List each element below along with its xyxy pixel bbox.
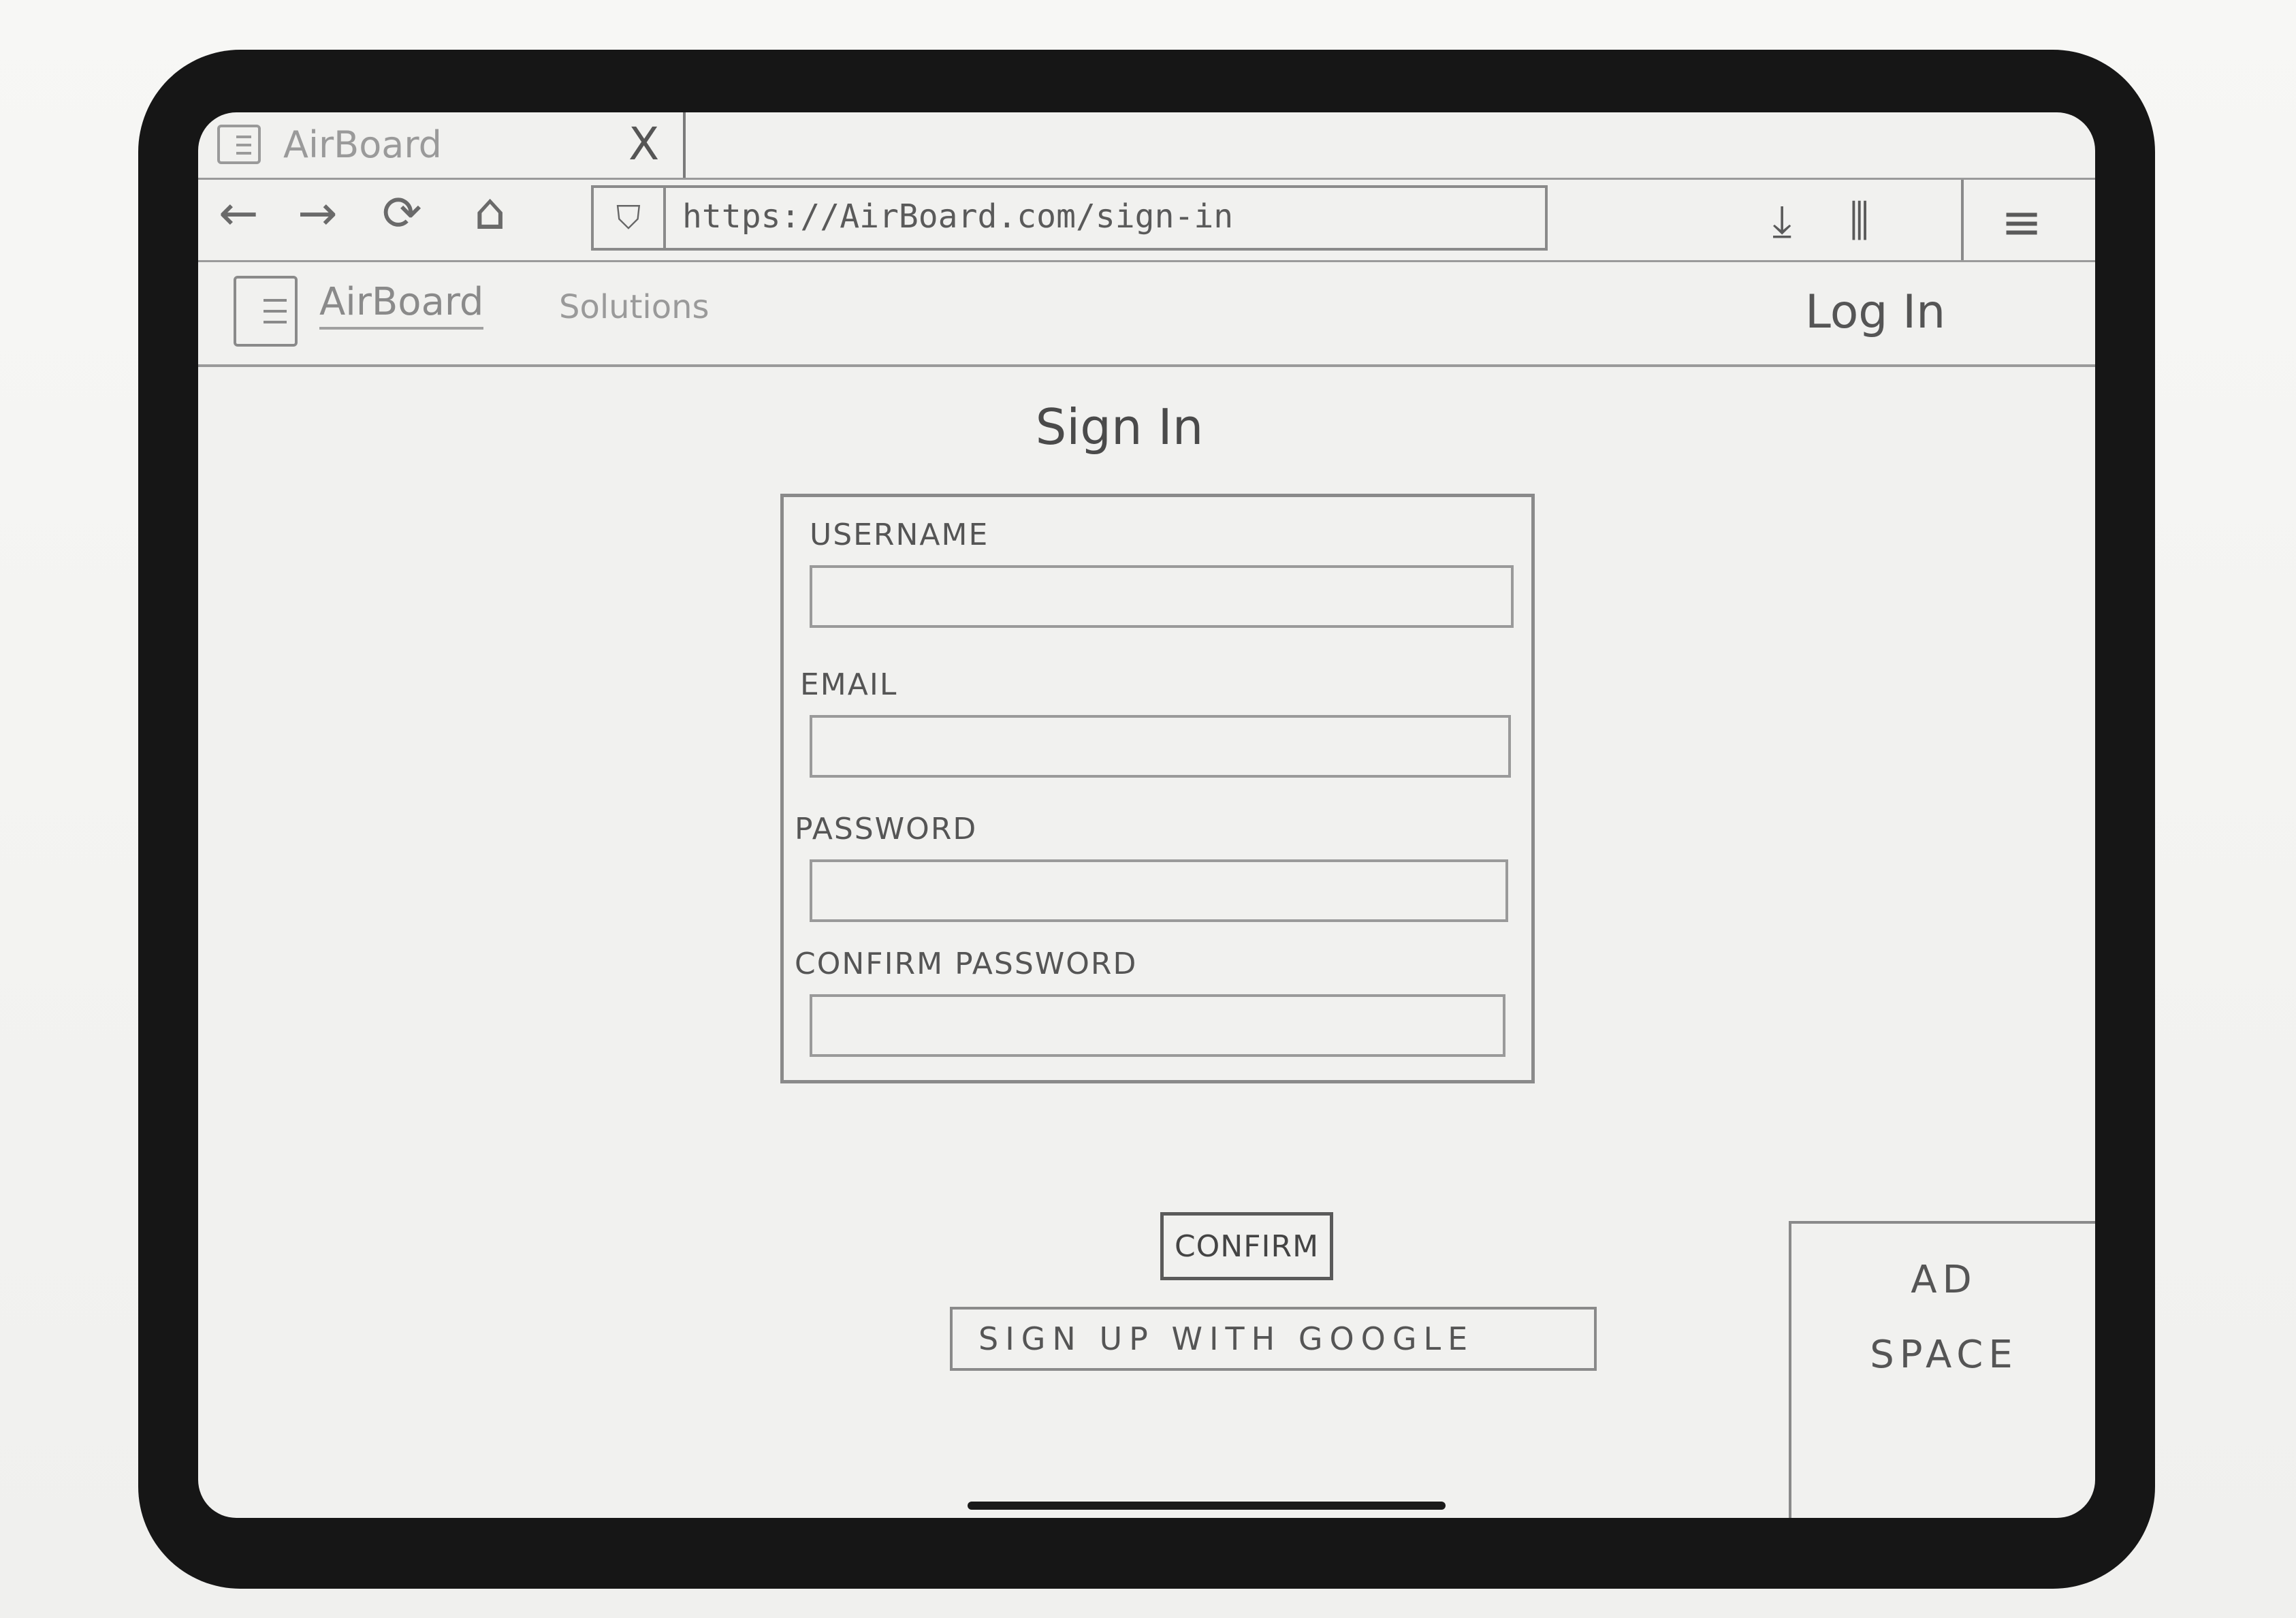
tablet-frame: AirBoard X ← → ⟳ ⌂ ⛉ https://AirBoard.co… <box>138 50 2155 1589</box>
browser-toolbar: ← → ⟳ ⌂ ⛉ https://AirBoard.com/sign-in ⤓… <box>198 180 2095 262</box>
toolbar-divider <box>1961 180 1964 260</box>
password-field[interactable] <box>810 859 1508 922</box>
home-indicator <box>968 1502 1446 1510</box>
confirm-password-label: CONFIRM PASSWORD <box>795 947 1138 981</box>
site-name[interactable]: AirBoard <box>319 280 484 330</box>
google-signup-button[interactable]: SIGN UP WITH GOOGLE <box>950 1307 1597 1371</box>
download-icon[interactable]: ⤓ <box>1772 196 1791 247</box>
login-link[interactable]: Log In <box>1805 285 1945 339</box>
tab-title: AirBoard <box>283 123 442 166</box>
tab-strip: AirBoard X <box>198 112 2095 180</box>
paper-background: AirBoard X ← → ⟳ ⌂ ⛉ https://AirBoard.co… <box>0 0 2296 1618</box>
page-title: Sign In <box>1035 398 1204 456</box>
username-field[interactable] <box>810 565 1514 628</box>
browser-screen: AirBoard X ← → ⟳ ⌂ ⛉ https://AirBoard.co… <box>198 112 2095 1518</box>
ad-label-line1: AD <box>1911 1258 1977 1302</box>
menu-icon[interactable]: ≡ <box>2001 193 2042 251</box>
ad-label-line2: SPACE <box>1870 1333 2018 1377</box>
browser-tab[interactable]: AirBoard X <box>198 112 686 178</box>
email-field[interactable] <box>810 715 1511 778</box>
ad-space: AD SPACE <box>1789 1221 2095 1518</box>
confirm-button[interactable]: CONFIRM <box>1160 1212 1333 1280</box>
home-icon[interactable]: ⌂ <box>474 187 506 237</box>
confirm-password-field[interactable] <box>810 994 1505 1057</box>
password-label: PASSWORD <box>795 812 978 846</box>
back-arrow-icon[interactable]: ← <box>219 189 259 237</box>
site-header: AirBoard Solutions Log In <box>198 262 2095 367</box>
username-label: USERNAME <box>810 518 989 552</box>
tab-close-icon[interactable]: X <box>628 118 659 170</box>
email-label: EMAIL <box>800 667 898 702</box>
logo-icon[interactable] <box>234 276 298 347</box>
sign-in-form: USERNAME EMAIL PASSWORD CONFIRM PASSWORD <box>780 494 1535 1083</box>
reload-icon[interactable]: ⟳ <box>382 189 422 237</box>
address-bar[interactable]: ⛉ https://AirBoard.com/sign-in <box>591 185 1548 251</box>
forward-arrow-icon[interactable]: → <box>298 189 338 237</box>
nav-solutions-link[interactable]: Solutions <box>559 288 709 326</box>
shield-icon[interactable]: ⛉ <box>594 188 666 248</box>
address-url[interactable]: https://AirBoard.com/sign-in <box>682 197 1233 236</box>
library-icon[interactable]: ⫼ <box>1849 196 1869 247</box>
favicon-icon <box>217 125 261 164</box>
